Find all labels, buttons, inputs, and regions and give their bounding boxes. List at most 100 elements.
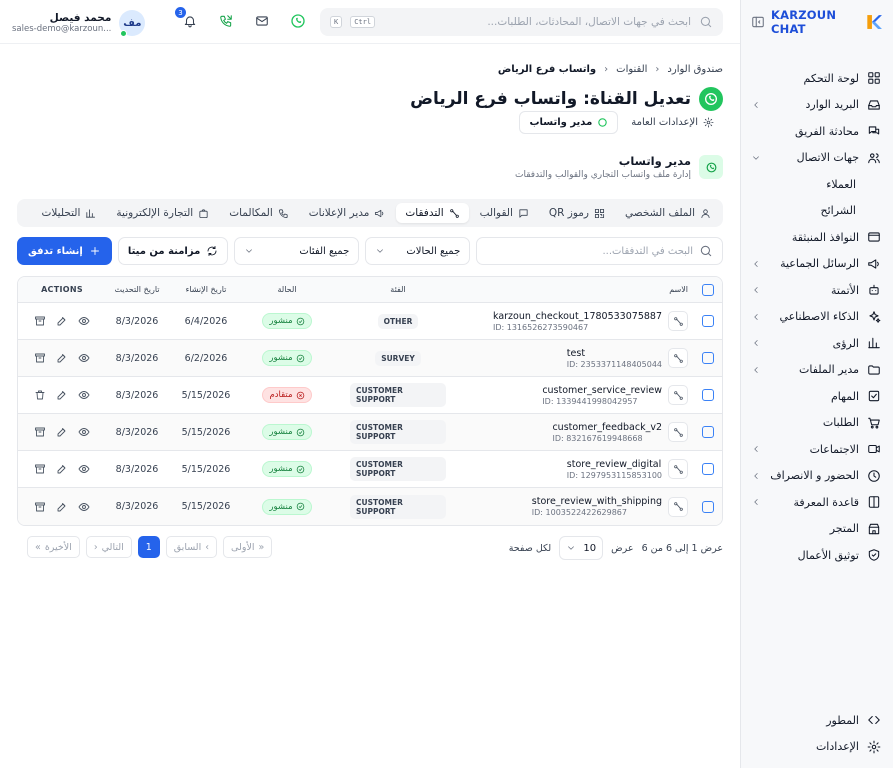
flow-name[interactable]: store_review_with_shipping — [532, 496, 662, 507]
row-checkbox[interactable] — [702, 500, 714, 513]
sidebar-nav: لوحة التحكم البريد الوارد محادثة الفريق جها… — [741, 65, 893, 569]
next-page-button[interactable]: التالي ‹ — [85, 536, 132, 558]
sidebar-item[interactable]: الحضور و الانصراف — [741, 463, 893, 490]
breadcrumb-inbox[interactable]: صندوق الوارد — [667, 64, 723, 75]
per-page-select[interactable]: 10 — [559, 536, 604, 560]
chevron-left-icon — [754, 260, 758, 267]
flow-name[interactable]: customer_service_review — [542, 385, 662, 396]
sidebar-item[interactable]: الرسائل الجماعية — [741, 251, 893, 278]
view-icon[interactable] — [78, 389, 90, 401]
chevron-left-icon — [754, 472, 758, 479]
flow-name[interactable]: test — [567, 348, 662, 359]
mail-icon[interactable] — [253, 12, 271, 30]
flow-name[interactable]: store_review_digital — [567, 459, 662, 470]
subtab-whatsapp-manager[interactable]: مدير واتساب — [519, 111, 619, 134]
tab[interactable]: المكالمات — [220, 203, 298, 223]
row-checkbox[interactable] — [702, 426, 714, 438]
delete-icon[interactable] — [34, 389, 46, 401]
sidebar-item[interactable]: لوحة التحكم — [741, 65, 893, 92]
status-filter-value: جميع الحالات — [406, 245, 461, 257]
archive-icon[interactable] — [34, 463, 46, 475]
edit-icon[interactable] — [56, 501, 68, 513]
sidebar-item-label: النوافذ المنبثقة — [791, 230, 859, 244]
sidebar-item[interactable]: الطلبات — [741, 410, 893, 437]
row-checkbox[interactable] — [702, 315, 714, 327]
status-text: منشور — [269, 464, 293, 474]
flows-search-input[interactable]: البحث في التدفقات... — [476, 237, 723, 265]
status-filter-select[interactable]: جميع الحالات — [365, 237, 471, 265]
phone-call-icon[interactable] — [217, 12, 235, 30]
sidebar-item[interactable]: الاجتماعات — [741, 436, 893, 463]
sidebar-bottom-item[interactable]: الإعدادات — [741, 734, 893, 761]
tab[interactable]: مدير الإعلانات — [300, 203, 395, 223]
row-checkbox[interactable] — [702, 352, 714, 364]
edit-icon[interactable] — [56, 463, 68, 475]
sidebar-item[interactable]: الشرائح — [741, 198, 893, 225]
tab[interactable]: رموز QR — [540, 203, 614, 223]
bar-chart-icon — [86, 208, 96, 218]
edit-icon[interactable] — [56, 315, 68, 327]
sidebar-item[interactable]: المتجر — [741, 516, 893, 543]
sidebar-item[interactable]: جهات الاتصال — [741, 145, 893, 172]
table-row: store_review_with_shipping ID: 100352242… — [18, 488, 722, 525]
tab[interactable]: الملف الشخصي — [616, 203, 720, 223]
sidebar-item[interactable]: محادثة الفريق — [741, 118, 893, 145]
sidebar-item[interactable]: الرؤى — [741, 330, 893, 357]
archive-icon[interactable] — [34, 426, 46, 438]
sidebar-item[interactable]: مدير الملفات — [741, 357, 893, 384]
view-icon[interactable] — [78, 352, 90, 364]
avatar[interactable]: مف — [119, 10, 146, 37]
archive-icon[interactable] — [34, 315, 46, 327]
tab[interactable]: التجارة الإلكترونية — [107, 203, 218, 223]
create-flow-button[interactable]: إنشاء تدفق — [17, 237, 112, 265]
select-all-checkbox[interactable] — [702, 283, 714, 296]
view-icon[interactable] — [78, 426, 90, 438]
tab[interactable]: التحليلات — [33, 203, 106, 223]
edit-icon[interactable] — [56, 352, 68, 364]
view-icon[interactable] — [78, 463, 90, 475]
edit-icon[interactable] — [56, 389, 68, 401]
sidebar-bottom-item[interactable]: المطور — [741, 707, 893, 734]
whatsapp-icon[interactable] — [289, 12, 307, 30]
view-icon[interactable] — [78, 501, 90, 513]
sidebar-item[interactable]: العملاء — [741, 171, 893, 198]
category-filter-select[interactable]: جميع الفئات — [234, 237, 360, 265]
prev-page-button[interactable]: › السابق — [165, 536, 218, 558]
flow-name[interactable]: karzoun_checkout_1780533075887 — [493, 311, 662, 322]
sidebar-item[interactable]: المهام — [741, 383, 893, 410]
header-actions: ACTIONS — [41, 285, 83, 294]
sync-from-meta-button[interactable]: مزامنة من ميتا — [117, 237, 229, 265]
sidebar-item-label: البريد الوارد — [805, 98, 860, 112]
archive-icon[interactable] — [34, 501, 46, 513]
row-checkbox[interactable] — [702, 389, 714, 401]
header-created: تاريخ الإنشاء — [185, 285, 227, 294]
row-actions — [30, 315, 94, 327]
tab[interactable]: القوالب — [471, 203, 538, 223]
first-page-label: الأولى — [231, 541, 255, 553]
first-page-button[interactable]: «الأولى — [223, 536, 273, 558]
sidebar-item[interactable]: البريد الوارد — [741, 92, 893, 119]
view-icon[interactable] — [78, 315, 90, 327]
sidebar-item[interactable]: النوافذ المنبثقة — [741, 224, 893, 251]
user-menu[interactable]: محمد فيصل sales-demo@karzoun... مف — [12, 10, 146, 37]
tab-label: المكالمات — [229, 207, 273, 219]
breadcrumb-channels[interactable]: القنوات — [616, 64, 647, 75]
sidebar-collapse-icon[interactable] — [751, 15, 765, 29]
sidebar-item[interactable]: توثيق الأعمال — [741, 542, 893, 569]
status-cell: منشور — [257, 424, 317, 440]
global-search[interactable]: ابحث في جهات الاتصال، المحادثات، الطلبات… — [320, 8, 723, 36]
subtab-general-settings[interactable]: الإعدادات العامة — [622, 111, 723, 134]
page-1-button[interactable]: 1 — [137, 536, 160, 558]
last-page-button[interactable]: الأخيرة» — [27, 536, 80, 558]
prev-page-label: السابق — [173, 541, 202, 553]
row-checkbox[interactable] — [702, 463, 714, 475]
sidebar-item[interactable]: الذكاء الاصطناعي — [741, 304, 893, 331]
sidebar-item[interactable]: قاعدة المعرفة — [741, 489, 893, 516]
flow-name[interactable]: customer_feedback_v2 — [552, 422, 662, 433]
notifications-button[interactable]: 3 — [175, 7, 199, 30]
sidebar-item[interactable]: الأتمتة — [741, 277, 893, 304]
breadcrumb: صندوق الوارد ‹ القنوات ‹ واتساب فرع الري… — [498, 64, 723, 75]
edit-icon[interactable] — [56, 426, 68, 438]
tab[interactable]: التدفقات — [396, 203, 469, 223]
archive-icon[interactable] — [34, 352, 46, 364]
